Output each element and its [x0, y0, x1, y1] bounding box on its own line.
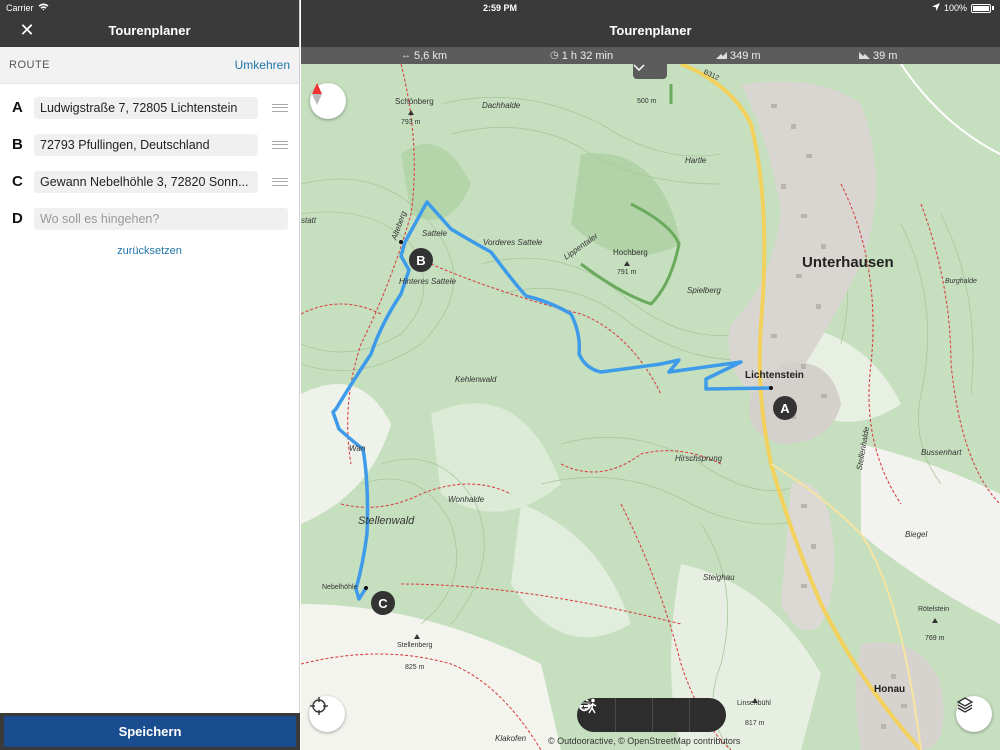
stop-d-input[interactable]: Wo soll es hingehen?	[34, 207, 288, 230]
locate-button[interactable]	[309, 696, 345, 732]
distance-icon: ↔	[401, 50, 411, 61]
route-marker-a[interactable]: A	[773, 396, 797, 420]
map-label: Nebelhöhle	[322, 584, 358, 591]
route-bar: ROUTE Umkehren	[0, 47, 299, 84]
map-label: Dachhalde	[482, 101, 521, 110]
route-marker-c[interactable]: C	[371, 591, 395, 615]
layers-button[interactable]	[956, 696, 992, 732]
map-label: 500 m	[637, 98, 657, 105]
compass-button[interactable]	[310, 83, 346, 119]
route-stats-bar: ↔ 5,6 km ◷ 1 h 32 min 349 m 39 m	[301, 47, 1000, 64]
map-label: Schönberg	[395, 97, 434, 106]
collapse-stats-button[interactable]	[633, 64, 667, 79]
clock-icon: ◷	[550, 50, 559, 61]
map-label: 769 m	[925, 635, 945, 642]
stop-letter: B	[12, 136, 23, 153]
close-icon[interactable]: ✕	[18, 21, 36, 39]
compass-icon	[312, 83, 322, 105]
map-label: Klakofen	[495, 734, 527, 743]
chevron-down-icon	[633, 64, 645, 71]
town-label: Unterhausen	[802, 254, 894, 271]
battery-icon	[971, 3, 991, 13]
route-sidebar: ✕ Tourenplaner ROUTE Umkehren A Ludwigst…	[0, 0, 300, 750]
route-edit-toolbar	[577, 698, 726, 732]
map-label: 793 m	[401, 119, 421, 126]
route-label: ROUTE	[9, 59, 50, 71]
map-label: Hirschsprung	[675, 454, 723, 463]
map-title: Tourenplaner	[609, 23, 692, 38]
stop-row-c: C Gewann Nebelhöhle 3, 72820 Sonn...	[0, 163, 299, 200]
map-label: 791 m	[617, 269, 637, 276]
map-label: Bussenhart	[921, 448, 962, 457]
map-label: Stellenberg	[397, 642, 433, 649]
save-button[interactable]: Speichern	[4, 716, 296, 747]
descent-icon	[859, 50, 870, 62]
stop-row-d: D Wo soll es hingehen?	[0, 200, 299, 237]
crosshair-icon	[310, 697, 328, 715]
map-label: Stellenwald	[358, 515, 415, 527]
map-label: Spielberg	[687, 286, 721, 295]
map-label: Biegel	[905, 530, 928, 539]
reverse-route-button[interactable]: Umkehren	[235, 58, 290, 72]
map-label: Hartle	[685, 156, 707, 165]
clock: 2:59 PM	[482, 3, 517, 13]
stop-row-b: B 72793 Pfullingen, Deutschland	[0, 126, 299, 163]
stop-letter: A	[12, 99, 23, 116]
return-icon	[578, 698, 590, 712]
descent-value: 39 m	[873, 49, 898, 62]
map-label: Linsenbühl	[737, 700, 771, 707]
undo-button[interactable]	[577, 698, 652, 732]
stop-letter: D	[12, 210, 23, 227]
drag-handle-icon[interactable]	[272, 103, 288, 112]
map-label: Rötelstein	[918, 606, 950, 613]
map-attribution: © Outdooractive, © OpenStreetMap contrib…	[548, 736, 741, 746]
layers-icon	[956, 697, 974, 713]
sidebar-title: Tourenplaner	[108, 23, 191, 38]
drag-handle-icon[interactable]	[272, 177, 288, 186]
map-label: Vorderes Sattele	[483, 238, 543, 247]
map-label: Wonhalde	[448, 495, 485, 504]
map-label: 825 m	[405, 664, 425, 671]
drag-handle-icon[interactable]	[272, 140, 288, 149]
reset-button[interactable]: zurücksetzen	[0, 245, 299, 257]
stop-c-input[interactable]: Gewann Nebelhöhle 3, 72820 Sonn...	[34, 170, 258, 193]
town-label: Lichtenstein	[745, 370, 804, 381]
map-label: Kehlenwald	[455, 375, 497, 384]
map-label: 817 m	[745, 720, 765, 727]
save-bar: Speichern	[0, 713, 300, 750]
map-label: Hinteres Sattele	[399, 277, 456, 286]
map-label: Steighau	[703, 573, 735, 582]
map-label: Sattele	[422, 229, 447, 238]
return-to-start-button[interactable]	[578, 698, 726, 732]
stop-a-input[interactable]: Ludwigstraße 7, 72805 Lichtenstein	[34, 96, 258, 119]
stop-list: A Ludwigstraße 7, 72805 Lichtenstein B 7…	[0, 84, 299, 237]
stop-row-a: A Ludwigstraße 7, 72805 Lichtenstein	[0, 89, 299, 126]
route-marker-b[interactable]: B	[409, 248, 433, 272]
town-label: Honau	[874, 684, 906, 695]
status-bar: Carrier 2:59 PM 100%	[0, 0, 1000, 16]
ascent-icon	[716, 50, 727, 62]
stop-letter: C	[12, 173, 23, 190]
stop-b-input[interactable]: 72793 Pfullingen, Deutschland	[34, 133, 258, 156]
map-label: Burghalde	[945, 278, 977, 285]
redo-button[interactable]	[577, 698, 689, 732]
map-label: statt	[301, 216, 317, 225]
map-label: Wan	[349, 444, 366, 453]
duration-value: 1 h 32 min	[561, 49, 614, 62]
ascent-value: 349 m	[730, 49, 761, 62]
map-label: Hochberg	[613, 248, 648, 257]
distance-value: 5,6 km	[414, 49, 448, 62]
topographic-map[interactable]: Schönberg 793 m Dachhalde 500 m Hartle V…	[301, 64, 1000, 750]
